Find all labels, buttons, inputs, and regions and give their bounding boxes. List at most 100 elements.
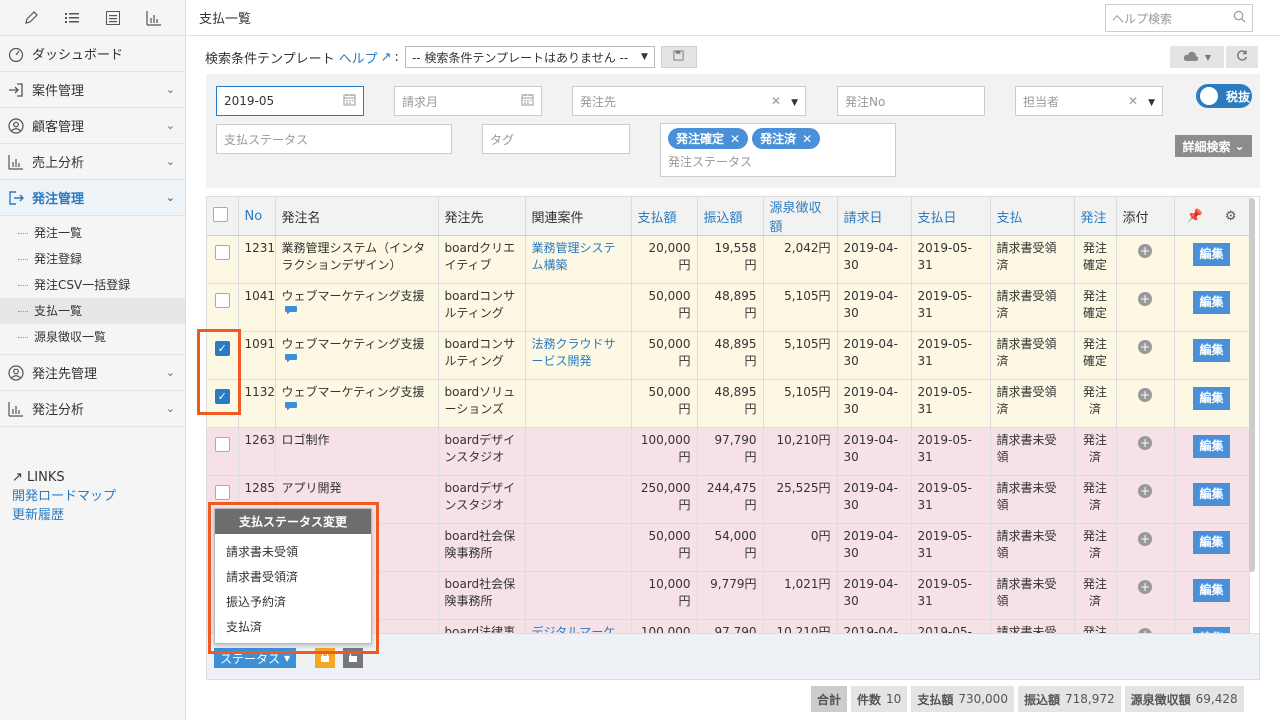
add-attachment-icon[interactable]: + bbox=[1138, 292, 1152, 306]
col-header-withholding[interactable]: 源泉徴収額 bbox=[763, 197, 838, 236]
lock-button[interactable] bbox=[315, 648, 335, 668]
select-all-checkbox[interactable] bbox=[213, 206, 228, 222]
tag-filter[interactable]: タグ bbox=[482, 124, 630, 154]
sidebar-subitem-order-list[interactable]: 発注一覧 bbox=[0, 220, 185, 246]
comment-icon[interactable] bbox=[284, 305, 298, 315]
staff-filter[interactable]: 担当者 ✕ ▼ bbox=[1015, 86, 1163, 116]
pin-icon[interactable]: 📌 bbox=[1187, 209, 1203, 224]
sidebar-subitem-order-csv[interactable]: 発注CSV一括登録 bbox=[0, 272, 185, 298]
cell-name: ウェブマーケティング支援 bbox=[275, 283, 439, 332]
row-checkbox[interactable]: ✓ bbox=[214, 341, 230, 356]
save-template-button[interactable] bbox=[660, 46, 697, 68]
sidebar-item-sales-analysis[interactable]: 売上分析 ⌄ bbox=[0, 144, 185, 180]
project-link[interactable]: デジタルマーケティング支援 bbox=[532, 625, 616, 633]
dropdown-option-received[interactable]: 請求書受領済 bbox=[215, 565, 371, 590]
roadmap-link[interactable]: 開発ロードマップ bbox=[12, 489, 116, 504]
comment-icon[interactable] bbox=[284, 401, 298, 411]
billing-month-filter[interactable]: 請求月 bbox=[394, 86, 542, 116]
add-attachment-icon[interactable]: + bbox=[1138, 532, 1152, 546]
add-attachment-icon[interactable]: + bbox=[1138, 436, 1152, 450]
cell-order-status: 発注済 bbox=[1074, 379, 1117, 428]
add-attachment-icon[interactable]: + bbox=[1138, 388, 1152, 402]
sidebar-subitem-payments[interactable]: 支払一覧 bbox=[0, 298, 185, 324]
row-checkbox[interactable] bbox=[214, 293, 230, 308]
vendor-filter[interactable]: 発注先 ✕ ▼ bbox=[572, 86, 806, 116]
clear-icon[interactable]: ✕ bbox=[1128, 94, 1138, 108]
month-filter[interactable]: 2019-05 bbox=[216, 86, 364, 116]
edit-button[interactable]: 編集 bbox=[1193, 387, 1230, 410]
edit-button[interactable]: 編集 bbox=[1193, 339, 1230, 362]
status-change-button[interactable]: ステータス ▼ bbox=[214, 648, 297, 668]
dropdown-option-paid[interactable]: 支払済 bbox=[215, 615, 371, 640]
row-checkbox[interactable] bbox=[214, 485, 230, 500]
help-search-placeholder: ヘルプ検索 bbox=[1112, 11, 1173, 26]
list-icon[interactable] bbox=[62, 8, 82, 28]
chevron-down-icon: ⌄ bbox=[165, 83, 175, 96]
col-header-order-status[interactable]: 発注 bbox=[1074, 197, 1117, 236]
sidebar-item-vendors[interactable]: 発注先管理 ⌄ bbox=[0, 355, 185, 391]
order-status-filter[interactable]: 発注確定 ✕ 発注済 ✕ 発注ステータス bbox=[660, 123, 896, 177]
col-header-transfer[interactable]: 振込額 bbox=[697, 197, 764, 236]
col-header-bill-date[interactable]: 請求日 bbox=[837, 197, 912, 236]
cell-attachment: + bbox=[1116, 379, 1175, 428]
summary-withholding-value: 69,428 bbox=[1195, 692, 1238, 706]
template-help-link[interactable]: ヘルプ bbox=[339, 48, 378, 67]
sidebar-item-customers[interactable]: 顧客管理 ⌄ bbox=[0, 108, 185, 144]
col-header-pay[interactable]: 支払額 bbox=[631, 197, 698, 236]
summary-bar: 合計 件数 10 支払額 730,000 振込額 718,972 源泉徴収額 69,42… bbox=[811, 686, 1244, 712]
col-header-pay-status[interactable]: 支払 bbox=[990, 197, 1075, 236]
edit-button[interactable]: 編集 bbox=[1193, 627, 1230, 633]
edit-button[interactable]: 編集 bbox=[1193, 243, 1230, 266]
sidebar-item-projects[interactable]: 案件管理 ⌄ bbox=[0, 72, 185, 108]
clear-icon[interactable]: ✕ bbox=[771, 94, 781, 108]
cell-withholding: 2,042円 bbox=[763, 235, 838, 284]
refresh-button[interactable] bbox=[1226, 46, 1258, 68]
filter-panel: 2019-05 請求月 発注先 ✕ ▼ 発注No 担当者 ✕ ▼ 税抜 支払ステータ… bbox=[206, 74, 1260, 188]
table-scrollbar[interactable] bbox=[1249, 198, 1255, 572]
template-select[interactable]: -- 検索条件テンプレートはありません -- ▼ bbox=[404, 46, 655, 68]
row-checkbox[interactable] bbox=[214, 245, 230, 260]
edit-button[interactable]: 編集 bbox=[1193, 579, 1230, 602]
chevron-down-icon: ⌄ bbox=[165, 191, 175, 204]
summary-total-label: 合計 bbox=[817, 692, 842, 707]
col-header-no[interactable]: No bbox=[238, 197, 276, 236]
cloud-download-button[interactable]: ▼ bbox=[1170, 46, 1224, 68]
help-search-input[interactable]: ヘルプ検索 bbox=[1105, 4, 1253, 32]
unlock-button[interactable] bbox=[343, 648, 363, 668]
add-attachment-icon[interactable]: + bbox=[1138, 484, 1152, 498]
cell-pay-status: 請求書受領済 bbox=[990, 379, 1075, 428]
add-attachment-icon[interactable]: + bbox=[1138, 244, 1152, 258]
pay-status-filter[interactable]: 支払ステータス bbox=[216, 124, 452, 154]
comment-icon[interactable] bbox=[284, 353, 298, 363]
close-icon[interactable]: ✕ bbox=[730, 132, 740, 146]
bar-chart-icon[interactable] bbox=[144, 8, 164, 28]
tax-toggle[interactable]: 税抜 bbox=[1196, 84, 1252, 108]
dropdown-option-transfer-scheduled[interactable]: 振込予約済 bbox=[215, 590, 371, 615]
order-no-filter[interactable]: 発注No bbox=[837, 86, 985, 116]
row-checkbox[interactable] bbox=[214, 437, 230, 452]
caret-down-icon: ▼ bbox=[1148, 98, 1155, 108]
changelog-link[interactable]: 更新履歴 bbox=[12, 508, 64, 523]
add-attachment-icon[interactable]: + bbox=[1138, 340, 1152, 354]
edit-button[interactable]: 編集 bbox=[1193, 291, 1230, 314]
gear-icon[interactable]: ⚙ bbox=[1225, 209, 1237, 224]
project-link[interactable]: 業務管理システム構築 bbox=[532, 241, 616, 272]
edit-button[interactable]: 編集 bbox=[1193, 531, 1230, 554]
list-box-icon[interactable] bbox=[103, 8, 123, 28]
edit-button[interactable]: 編集 bbox=[1193, 435, 1230, 458]
detail-search-button[interactable]: 詳細検索 ⌄ bbox=[1175, 135, 1252, 157]
pencil-icon[interactable] bbox=[21, 8, 41, 28]
col-header-pay-date[interactable]: 支払日 bbox=[911, 197, 991, 236]
project-link[interactable]: 法務クラウドサービス開発 bbox=[532, 337, 616, 368]
sidebar-subitem-withholding[interactable]: 源泉徴収一覧 bbox=[0, 324, 185, 350]
edit-button[interactable]: 編集 bbox=[1193, 483, 1230, 506]
sidebar-item-orders[interactable]: 発注管理 ⌄ bbox=[0, 180, 185, 216]
sidebar-subitem-order-register[interactable]: 発注登録 bbox=[0, 246, 185, 272]
chevron-down-icon: ⌄ bbox=[165, 366, 175, 379]
dropdown-option-unreceived[interactable]: 請求書未受領 bbox=[215, 540, 371, 565]
add-attachment-icon[interactable]: + bbox=[1138, 580, 1152, 594]
row-checkbox[interactable]: ✓ bbox=[214, 389, 230, 404]
sidebar-item-order-analysis[interactable]: 発注分析 ⌄ bbox=[0, 391, 185, 427]
close-icon[interactable]: ✕ bbox=[802, 132, 812, 146]
sidebar-item-dashboard[interactable]: ダッシュボード bbox=[0, 36, 185, 72]
